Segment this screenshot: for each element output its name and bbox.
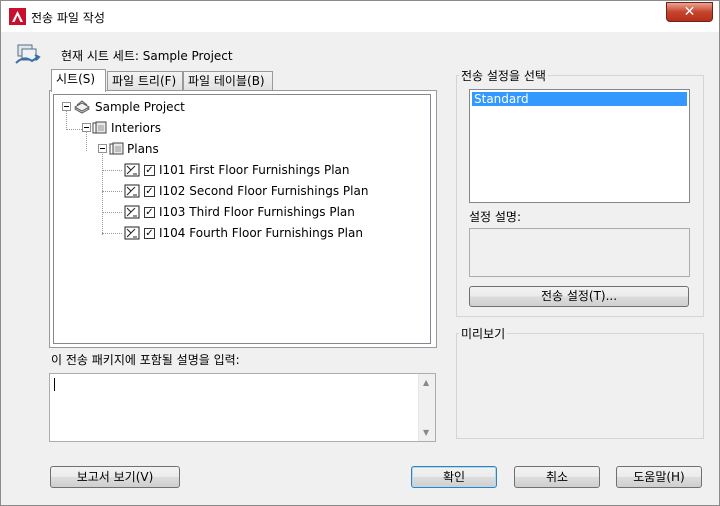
tree-item-sheet[interactable]: ✓ I103 Third Floor Furnishings Plan bbox=[54, 202, 424, 222]
text-caret bbox=[54, 378, 55, 391]
description-label: 이 전송 패키지에 포함될 설명을 입력: bbox=[51, 353, 240, 367]
close-button[interactable]: ✕ bbox=[666, 2, 713, 22]
setup-group-label: 전송 설정을 선택 bbox=[459, 67, 548, 84]
description-scrollbar[interactable]: ▲ ▼ bbox=[418, 374, 435, 441]
description-textarea[interactable]: ▲ ▼ bbox=[49, 373, 436, 442]
sheet-checkbox[interactable]: ✓ bbox=[144, 165, 155, 176]
view-report-button[interactable]: 보고서 보기(V) bbox=[50, 466, 180, 488]
subset-icon bbox=[109, 142, 124, 155]
preview-group-label: 미리보기 bbox=[459, 325, 508, 342]
sheet-tree[interactable]: Sample Project Interiors Plans ✓ I101 Fi… bbox=[53, 94, 431, 344]
setup-description-label: 설정 설명: bbox=[469, 210, 522, 224]
tree-label-interiors: Interiors bbox=[111, 121, 162, 135]
sheet-set-icon bbox=[74, 100, 90, 114]
sheet-icon bbox=[124, 226, 140, 240]
tree-item-interiors[interactable]: Interiors bbox=[54, 118, 424, 138]
transmittal-setups-button[interactable]: 전송 설정(T)... bbox=[469, 286, 689, 307]
sheet-label: I101 First Floor Furnishings Plan bbox=[159, 163, 350, 177]
tree-item-sheet[interactable]: ✓ I104 Fourth Floor Furnishings Plan bbox=[54, 223, 424, 243]
sheet-checkbox[interactable]: ✓ bbox=[144, 186, 155, 197]
setup-listbox[interactable]: Standard bbox=[469, 89, 690, 203]
collapse-icon[interactable] bbox=[98, 144, 107, 153]
sheet-icon bbox=[124, 184, 140, 198]
etransmit-icon bbox=[15, 44, 41, 64]
tab-file-table[interactable]: 파일 테이블(B) bbox=[183, 71, 273, 91]
tree-label-plans: Plans bbox=[127, 142, 159, 156]
ok-button[interactable]: 확인 bbox=[411, 466, 497, 488]
sheet-label: I102 Second Floor Furnishings Plan bbox=[159, 184, 369, 198]
sheet-icon bbox=[124, 163, 140, 177]
window-title: 전송 파일 작성 bbox=[31, 11, 105, 25]
collapse-icon[interactable] bbox=[62, 102, 71, 111]
subset-icon bbox=[92, 121, 107, 134]
scroll-down-icon[interactable]: ▼ bbox=[423, 428, 429, 437]
scroll-up-icon[interactable]: ▲ bbox=[423, 378, 429, 387]
tree-item-sheet[interactable]: ✓ I102 Second Floor Furnishings Plan bbox=[54, 181, 424, 201]
etransmit-dialog: 전송 파일 작성 ✕ 현재 시트 세트: Sample Project 시트(S… bbox=[0, 0, 720, 506]
title-bar[interactable]: 전송 파일 작성 ✕ bbox=[1, 1, 719, 32]
tree-item-sample-project[interactable]: Sample Project bbox=[54, 97, 424, 117]
sheet-label: I103 Third Floor Furnishings Plan bbox=[159, 205, 355, 219]
current-sheet-set-label: 현재 시트 세트: Sample Project bbox=[61, 49, 233, 63]
sheet-checkbox[interactable]: ✓ bbox=[144, 228, 155, 239]
setup-description-box bbox=[469, 228, 690, 277]
tree-label-root: Sample Project bbox=[95, 100, 185, 114]
tree-item-sheet[interactable]: ✓ I101 First Floor Furnishings Plan bbox=[54, 160, 424, 180]
sheet-icon bbox=[124, 205, 140, 219]
autocad-logo-icon bbox=[9, 8, 26, 25]
setup-item-standard[interactable]: Standard bbox=[472, 92, 687, 106]
help-button[interactable]: 도움말(H) bbox=[616, 466, 702, 488]
sheet-label: I104 Fourth Floor Furnishings Plan bbox=[159, 226, 363, 240]
collapse-icon[interactable] bbox=[82, 123, 91, 132]
sheets-tab-panel: Sample Project Interiors Plans ✓ I101 Fi… bbox=[49, 90, 437, 348]
tab-sheets[interactable]: 시트(S) bbox=[51, 69, 106, 92]
sheet-checkbox[interactable]: ✓ bbox=[144, 207, 155, 218]
cancel-button[interactable]: 취소 bbox=[514, 466, 600, 488]
tab-file-tree[interactable]: 파일 트리(F) bbox=[107, 71, 183, 91]
tree-item-plans[interactable]: Plans bbox=[54, 139, 424, 159]
preview-group-frame bbox=[456, 333, 704, 439]
